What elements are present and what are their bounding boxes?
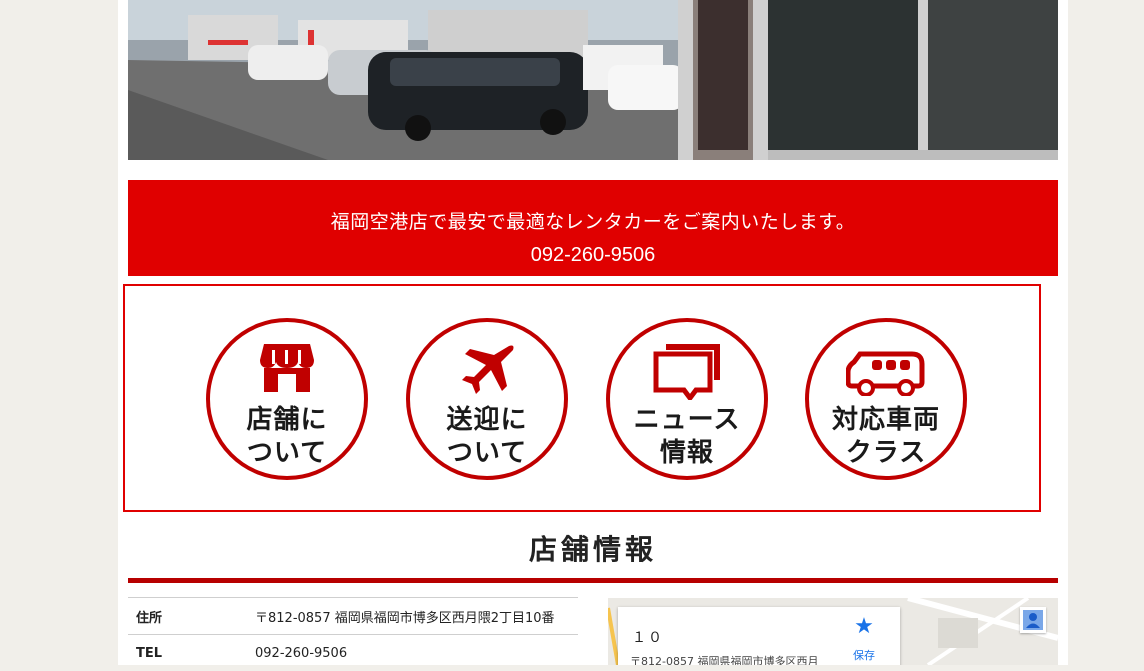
contact-banner: 福岡空港店で最安で最適なレンタカーをご案内いたします。 092-260-9506	[128, 180, 1058, 276]
nav-news-label-1: ニュース	[610, 404, 764, 437]
nav-news-button[interactable]: ニュース 情報	[606, 318, 768, 480]
map-place-address: 〒812-0857 福岡県福岡市博多区西月	[630, 653, 818, 665]
speech-bubbles-icon	[652, 342, 722, 400]
info-value-address: 〒812-0857 福岡県福岡市博多区西月隈2丁目10番	[247, 598, 578, 635]
nav-vehicle-label-1: 対応車両	[809, 404, 963, 437]
nav-store-label-1: 店舗に	[210, 404, 364, 437]
page-container: 福岡空港店で最安で最適なレンタカーをご案内いたします。 092-260-9506…	[118, 0, 1068, 665]
banner-phone[interactable]: 092-260-9506	[128, 244, 1058, 267]
van-icon	[846, 350, 926, 396]
nav-shuttle-label-1: 送迎に	[410, 404, 564, 437]
nav-vehicle-label-2: クラス	[809, 437, 963, 470]
shop-icon	[258, 342, 316, 394]
nav-shuttle-about-button[interactable]: 送迎に ついて	[406, 318, 568, 480]
airplane-icon	[457, 342, 517, 398]
section-title: 店舗情報	[128, 528, 1058, 568]
nav-vehicle-class-button[interactable]: 対応車両 クラス	[805, 318, 967, 480]
map-place-name: １０	[632, 627, 664, 647]
star-icon: ★	[850, 615, 878, 639]
nav-news-label-2: 情報	[610, 437, 764, 470]
person-icon[interactable]	[1020, 607, 1046, 633]
map-place-card: １０ 〒812-0857 福岡県福岡市博多区西月 ★ 保存	[618, 607, 900, 665]
embedded-map[interactable]: １０ 〒812-0857 福岡県福岡市博多区西月 ★ 保存	[608, 598, 1058, 665]
table-row: TEL 092-260-9506	[128, 635, 578, 671]
info-label-tel: TEL	[128, 635, 247, 671]
info-value-tel[interactable]: 092-260-9506	[247, 635, 578, 671]
table-row: 住所 〒812-0857 福岡県福岡市博多区西月隈2丁目10番	[128, 598, 578, 635]
info-label-address: 住所	[128, 598, 247, 635]
nav-shuttle-label-2: ついて	[410, 437, 564, 470]
map-save-label: 保存	[850, 647, 878, 663]
nav-store-about-button[interactable]: 店舗に ついて	[206, 318, 368, 480]
map-save-button[interactable]: ★ 保存	[850, 615, 878, 663]
hero-image	[128, 0, 1058, 160]
banner-tagline: 福岡空港店で最安で最適なレンタカーをご案内いたします。	[128, 207, 1058, 234]
nav-frame: 店舗に ついて 送迎に ついて ニュース 情報	[123, 284, 1041, 512]
store-info-table: 住所 〒812-0857 福岡県福岡市博多区西月隈2丁目10番 TEL 092-…	[128, 597, 578, 671]
section-divider	[128, 578, 1058, 583]
nav-store-label-2: ついて	[210, 437, 364, 470]
